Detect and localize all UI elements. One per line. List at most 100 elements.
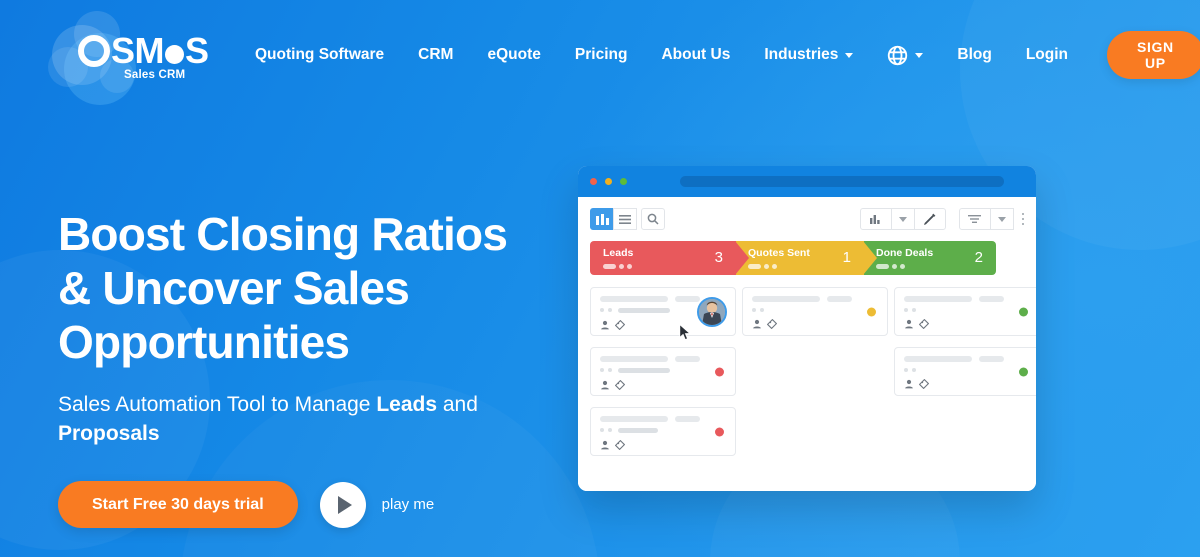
site-header: SMS Sales CRM Quoting Software CRM eQuot… bbox=[0, 0, 1200, 110]
table-row[interactable] bbox=[590, 287, 736, 341]
board-columns bbox=[590, 287, 1036, 467]
nav-label: Quoting Software bbox=[255, 46, 385, 63]
subtitle-bold-proposals: Proposals bbox=[58, 422, 160, 446]
pipeline-stage-leads[interactable]: Leads 3 bbox=[590, 241, 749, 275]
chart-edit-group bbox=[859, 208, 946, 230]
person-icon bbox=[601, 440, 609, 449]
logo-wordmark: SMS bbox=[78, 33, 209, 69]
stage-label: Quotes Sent bbox=[748, 247, 810, 259]
tag-icon bbox=[919, 378, 929, 389]
nav-item-blog[interactable]: Blog bbox=[940, 46, 1008, 64]
nav-label: eQuote bbox=[487, 46, 541, 63]
card-icons bbox=[904, 318, 1030, 329]
tag-icon bbox=[615, 379, 625, 390]
kanban-view-icon[interactable] bbox=[590, 208, 614, 230]
nav-label: Blog bbox=[957, 46, 992, 63]
nav-label: About Us bbox=[661, 46, 731, 63]
nav-item-quoting-software[interactable]: Quoting Software bbox=[238, 46, 401, 64]
person-icon bbox=[601, 380, 609, 389]
nav-item-industries[interactable]: Industries bbox=[747, 46, 870, 64]
stage-count: 2 bbox=[974, 249, 983, 266]
card-icons bbox=[600, 379, 726, 390]
app-mockup: Leads 3 Quotes Sent 1 Done Deals 2 bbox=[578, 166, 1036, 491]
subtitle-mid: and bbox=[437, 393, 478, 417]
view-switcher bbox=[590, 208, 665, 230]
filter-icon[interactable] bbox=[958, 208, 991, 230]
tag-icon bbox=[615, 439, 625, 450]
logo[interactable]: SMS Sales CRM bbox=[48, 7, 238, 105]
subtitle-bold-leads: Leads bbox=[376, 393, 438, 417]
address-bar[interactable] bbox=[680, 176, 1004, 187]
nav-item-login[interactable]: Login bbox=[1009, 46, 1085, 64]
chart-dropdown-caret-icon[interactable] bbox=[890, 208, 915, 230]
window-maximize-dot[interactable] bbox=[620, 178, 627, 185]
column-quotes-sent bbox=[742, 287, 888, 467]
nav-label: CRM bbox=[418, 46, 454, 63]
subtitle-pre: Sales Automation Tool to Manage bbox=[58, 393, 377, 417]
logo-ring-icon bbox=[78, 35, 110, 67]
stage-progress-dots bbox=[876, 264, 905, 269]
nav-label: Pricing bbox=[574, 46, 628, 63]
headline-line-3: Opportunities bbox=[58, 315, 350, 368]
tag-icon bbox=[767, 318, 777, 329]
nav-item-pricing[interactable]: Pricing bbox=[558, 46, 645, 64]
table-row[interactable] bbox=[894, 347, 1036, 396]
card-icons bbox=[752, 318, 878, 329]
logo-letter-s1: S bbox=[111, 30, 135, 71]
window-minimize-dot[interactable] bbox=[605, 178, 612, 185]
person-icon bbox=[905, 319, 913, 328]
chevron-down-icon bbox=[915, 52, 924, 58]
status-badge bbox=[715, 427, 724, 436]
browser-chrome bbox=[578, 166, 1036, 197]
headline-line-1: Boost Closing Ratios bbox=[58, 208, 508, 260]
logo-letter-s2: S bbox=[185, 30, 209, 71]
logo-tagline: Sales CRM bbox=[124, 69, 186, 81]
play-icon bbox=[337, 495, 352, 514]
card-icons bbox=[904, 378, 1030, 389]
search-icon[interactable] bbox=[641, 208, 665, 230]
status-badge bbox=[1019, 307, 1028, 316]
filter-dropdown-caret-icon[interactable] bbox=[989, 208, 1014, 230]
start-free-trial-button[interactable]: Start Free 30 days trial bbox=[58, 481, 298, 529]
main-navigation: Quoting Software CRM eQuote Pricing Abou… bbox=[238, 31, 1200, 79]
chart-icon[interactable] bbox=[859, 208, 892, 230]
table-row[interactable] bbox=[590, 347, 736, 396]
column-leads bbox=[590, 287, 736, 467]
hero-section: SMS Sales CRM Quoting Software CRM eQuot… bbox=[0, 0, 1200, 557]
play-video-button[interactable] bbox=[319, 481, 366, 528]
table-row[interactable] bbox=[590, 407, 736, 456]
table-row[interactable] bbox=[742, 287, 888, 336]
person-icon bbox=[753, 319, 761, 328]
card-icons bbox=[600, 439, 726, 450]
window-close-dot[interactable] bbox=[590, 178, 597, 185]
tag-icon bbox=[615, 319, 625, 330]
more-vertical-icon[interactable] bbox=[1021, 212, 1024, 226]
list-view-icon[interactable] bbox=[613, 208, 637, 230]
cta-row: Start Free 30 days trial play me bbox=[58, 481, 578, 529]
table-row[interactable] bbox=[894, 287, 1036, 336]
filter-group bbox=[958, 208, 1024, 230]
column-done-deals bbox=[894, 287, 1036, 467]
stage-progress-dots bbox=[603, 264, 632, 269]
avatar[interactable] bbox=[697, 296, 727, 327]
nav-item-crm[interactable]: CRM bbox=[401, 46, 470, 64]
nav-item-about-us[interactable]: About Us bbox=[644, 46, 747, 64]
nav-item-language[interactable] bbox=[870, 45, 940, 66]
hero-copy: Boost Closing Ratios & Uncover Sales Opp… bbox=[58, 208, 578, 529]
nav-label: Login bbox=[1025, 46, 1069, 63]
hero-subtitle: Sales Automation Tool to Manage Leads an… bbox=[58, 391, 578, 449]
nav-item-equote[interactable]: eQuote bbox=[470, 46, 557, 64]
page-title: Boost Closing Ratios & Uncover Sales Opp… bbox=[58, 208, 578, 369]
logo-letter-m: M bbox=[134, 30, 165, 71]
pencil-icon[interactable] bbox=[913, 208, 946, 230]
status-badge bbox=[1019, 367, 1028, 376]
status-badge bbox=[867, 307, 876, 316]
stage-count: 1 bbox=[842, 249, 851, 266]
mouse-cursor-icon bbox=[679, 323, 692, 346]
board-toolbar bbox=[590, 208, 1024, 230]
stage-label: Leads bbox=[603, 247, 634, 259]
person-icon bbox=[601, 320, 609, 329]
nav-label: Industries bbox=[764, 46, 839, 63]
pipeline-stages: Leads 3 Quotes Sent 1 Done Deals 2 bbox=[590, 241, 1024, 275]
signup-button[interactable]: SIGN UP bbox=[1107, 31, 1200, 79]
